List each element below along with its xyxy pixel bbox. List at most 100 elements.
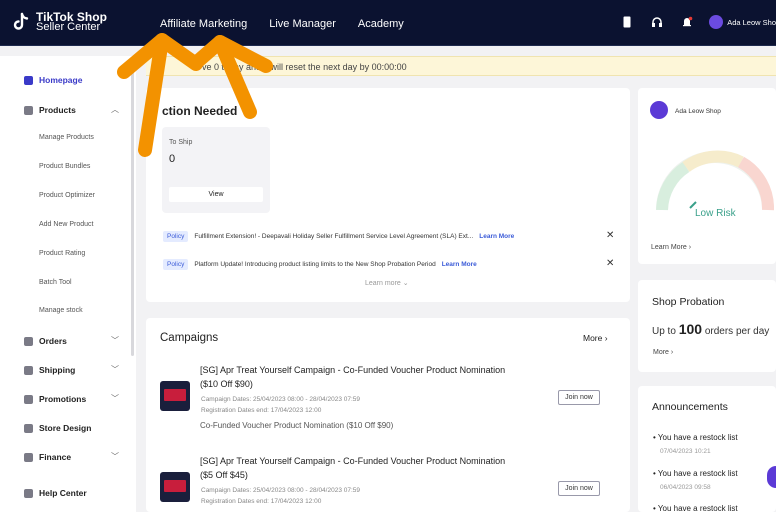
sidebar-item-label: Store Design — [39, 423, 92, 433]
chevron-down-icon[interactable]: ﹀ — [111, 393, 119, 404]
policy-row: Policy Fulfillment Extension! - Deepaval… — [163, 231, 514, 242]
announcement-item[interactable]: • You have a restock list — [653, 433, 738, 442]
to-ship-label: To Ship — [169, 139, 193, 146]
campaign-title-line2[interactable]: ($5 Off $45) — [200, 468, 248, 482]
header-shop-name: Ada Leow Sho — [727, 17, 776, 27]
avatar — [709, 15, 724, 29]
campaign-dates: Campaign Dates: 25/04/2023 08:00 - 28/04… — [201, 396, 361, 403]
probation-prefix: Up to — [652, 326, 676, 337]
tiktok-shop-logo[interactable]: TikTok Shop Seller Center — [12, 11, 107, 33]
chevron-down-icon[interactable]: ﹀ — [111, 451, 119, 462]
policy-badge: Policy — [163, 231, 189, 242]
sidebar-item-shipping[interactable]: Shipping — [24, 365, 75, 375]
campaign-title[interactable]: [SG] Apr Treat Yourself Campaign - Co-Fu… — [200, 363, 505, 377]
learn-more-link[interactable]: Learn More — [442, 261, 477, 268]
announcement-item[interactable]: • You have a restock list — [653, 469, 738, 478]
sidebar-subitem-manage-products[interactable]: Manage Products — [39, 134, 94, 141]
sidebar-subitem-product-optimizer[interactable]: Product Optimizer — [39, 192, 95, 199]
voucher-graphic — [164, 389, 186, 401]
orders-icon — [24, 336, 33, 346]
announcement-text: You have a restock list — [657, 504, 738, 512]
health-learn-more-link[interactable]: Learn More › — [651, 244, 691, 251]
registration-dates: Registration Dates end: 17/04/2023 12:00 — [201, 498, 322, 505]
chevron-down-icon[interactable]: ﹀ — [111, 335, 119, 346]
campaign-title-line2[interactable]: ($10 Off $90) — [200, 377, 253, 391]
join-now-button[interactable]: Join now — [558, 390, 600, 405]
sidebar-item-label: Orders — [39, 336, 67, 346]
announcement-text: You have a restock list — [657, 433, 738, 442]
finance-icon — [24, 452, 33, 462]
health-learn-more-label: Learn More — [651, 244, 687, 251]
nav-affiliate-marketing[interactable]: Affiliate Marketing — [160, 18, 247, 30]
campaign-thumbnail — [160, 381, 190, 411]
probation-title: Shop Probation — [652, 296, 725, 308]
account-menu[interactable]: Ada Leow Sho — [709, 15, 776, 29]
to-ship-tile: To Ship 0 View — [162, 127, 270, 213]
sidebar-item-store-design[interactable]: Store Design — [24, 423, 91, 433]
nav-live-manager[interactable]: Live Manager — [269, 18, 336, 30]
to-ship-count: 0 — [169, 153, 176, 165]
campaigns-more-link[interactable]: More › — [583, 333, 608, 343]
campaign-dates: Campaign Dates: 25/04/2023 08:00 - 28/04… — [201, 487, 361, 494]
chat-support-icon[interactable] — [767, 466, 776, 488]
shop-avatar — [650, 101, 668, 119]
store-design-icon — [24, 423, 33, 433]
sidebar-item-label: Help Center — [39, 488, 87, 498]
learn-more-link[interactable]: Learn More — [479, 233, 514, 240]
bell-icon[interactable] — [679, 14, 695, 30]
sidebar-item-help-center[interactable]: Help Center — [24, 488, 87, 498]
chevron-up-icon[interactable]: ︿ — [111, 104, 119, 115]
shipping-icon — [24, 365, 33, 375]
probation-suffix: orders per day — [704, 326, 770, 337]
chevron-down-icon[interactable]: ﹀ — [111, 364, 119, 375]
help-icon — [24, 488, 33, 498]
sidebar-subitem-add-new-product[interactable]: Add New Product — [39, 221, 93, 228]
more-label: More — [583, 333, 603, 343]
announcement-date: 06/04/2023 09:58 — [660, 484, 711, 491]
sidebar-item-label: Products — [39, 105, 76, 115]
join-now-button[interactable]: Join now — [558, 481, 600, 496]
top-nav: Affiliate Marketing Live Manager Academy — [160, 18, 404, 30]
sidebar-subitem-manage-stock[interactable]: Manage stock — [39, 307, 83, 314]
shop-name: Ada Leow Shop — [675, 108, 721, 115]
campaigns-title: Campaigns — [160, 332, 219, 344]
campaign-title[interactable]: [SG] Apr Treat Yourself Campaign - Co-Fu… — [200, 454, 505, 468]
announcement-date: 07/04/2023 10:21 — [660, 448, 711, 455]
sidebar-subitem-product-bundles[interactable]: Product Bundles — [39, 163, 90, 170]
sidebar-item-products[interactable]: Products — [24, 105, 76, 115]
campaign-thumbnail — [160, 472, 190, 502]
sidebar-item-label: Promotions — [39, 394, 87, 404]
top-icons: Ada Leow Sho — [619, 14, 776, 30]
probation-more-link[interactable]: More › — [653, 349, 673, 356]
close-icon[interactable]: ✕ — [606, 230, 614, 241]
sidebar-scrollbar[interactable] — [131, 66, 134, 356]
brand-subtitle: Seller Center — [36, 21, 101, 33]
sidebar-subitem-product-rating[interactable]: Product Rating — [39, 250, 85, 257]
announcement-item[interactable]: • You have a restock list — [653, 504, 738, 512]
sidebar-item-promotions[interactable]: Promotions — [24, 394, 86, 404]
mobile-icon[interactable] — [619, 14, 635, 30]
sidebar-item-label: Homepage — [39, 75, 83, 85]
policy-badge: Policy — [163, 259, 189, 270]
probation-more-label: More — [653, 349, 669, 356]
close-icon[interactable]: ✕ — [606, 258, 614, 269]
sidebar-item-label: Shipping — [39, 365, 76, 375]
nav-academy[interactable]: Academy — [358, 18, 404, 30]
promotions-icon — [24, 394, 33, 404]
policy-text: Platform Update! Introducing product lis… — [194, 261, 436, 268]
top-bar: TikTok Shop Seller Center Affiliate Mark… — [0, 0, 776, 46]
headset-icon[interactable] — [649, 14, 665, 30]
announcement-text: You have a restock list — [657, 469, 738, 478]
sidebar-item-orders[interactable]: Orders — [24, 336, 67, 346]
view-button[interactable]: View — [169, 187, 263, 202]
policy-row: Policy Platform Update! Introducing prod… — [163, 259, 477, 270]
home-icon — [24, 75, 33, 85]
expand-learn-more[interactable]: Learn more ⌄ — [365, 279, 409, 287]
sidebar-item-finance[interactable]: Finance — [24, 452, 71, 462]
tiktok-logo-icon — [13, 12, 29, 30]
products-icon — [24, 105, 33, 115]
probation-number: 100 — [678, 321, 703, 337]
sidebar-subitem-batch-tool[interactable]: Batch Tool — [39, 279, 72, 286]
sidebar-item-homepage[interactable]: Homepage — [24, 75, 82, 85]
policy-text: Fulfillment Extension! - Deepavali Holid… — [194, 233, 474, 240]
